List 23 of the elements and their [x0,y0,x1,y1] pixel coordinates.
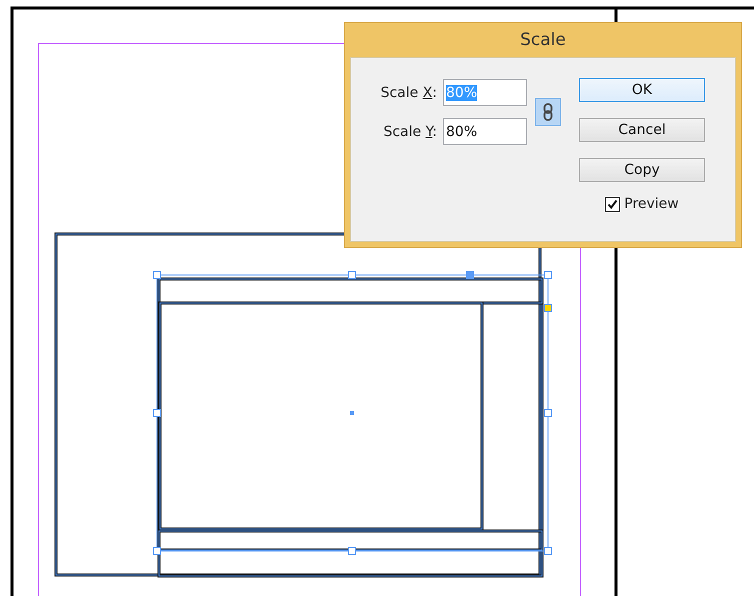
field-label: Scale X: [380,84,437,100]
constrain-proportions-toggle[interactable] [535,98,561,126]
preview-label: Preview [624,196,679,212]
selection-handle-icon[interactable] [466,271,474,279]
selection-handle-icon[interactable] [348,271,356,279]
selection-handle-icon[interactable] [544,271,552,279]
selection-handle-icon[interactable] [544,304,552,312]
checkmark-icon [607,198,618,210]
dialog-button[interactable]: OK [579,78,705,102]
selection-handle-icon[interactable] [348,547,356,555]
dialog-button[interactable]: Cancel [579,118,705,142]
preview-checkbox[interactable] [605,196,620,212]
field-label: Scale Y: [382,124,437,140]
dialog-button[interactable]: Copy [579,158,705,182]
selection-handle-icon[interactable] [153,271,161,279]
selection-handle-icon[interactable] [153,409,161,417]
dialog-title: Scale [519,29,567,52]
center-point-icon [350,411,354,415]
selection-handle-icon[interactable] [544,409,552,417]
selection-handle-icon[interactable] [153,547,161,555]
selection-handle-icon[interactable] [544,547,552,555]
scale-field[interactable]: 80% [443,118,527,145]
chain-link-icon [543,103,553,121]
